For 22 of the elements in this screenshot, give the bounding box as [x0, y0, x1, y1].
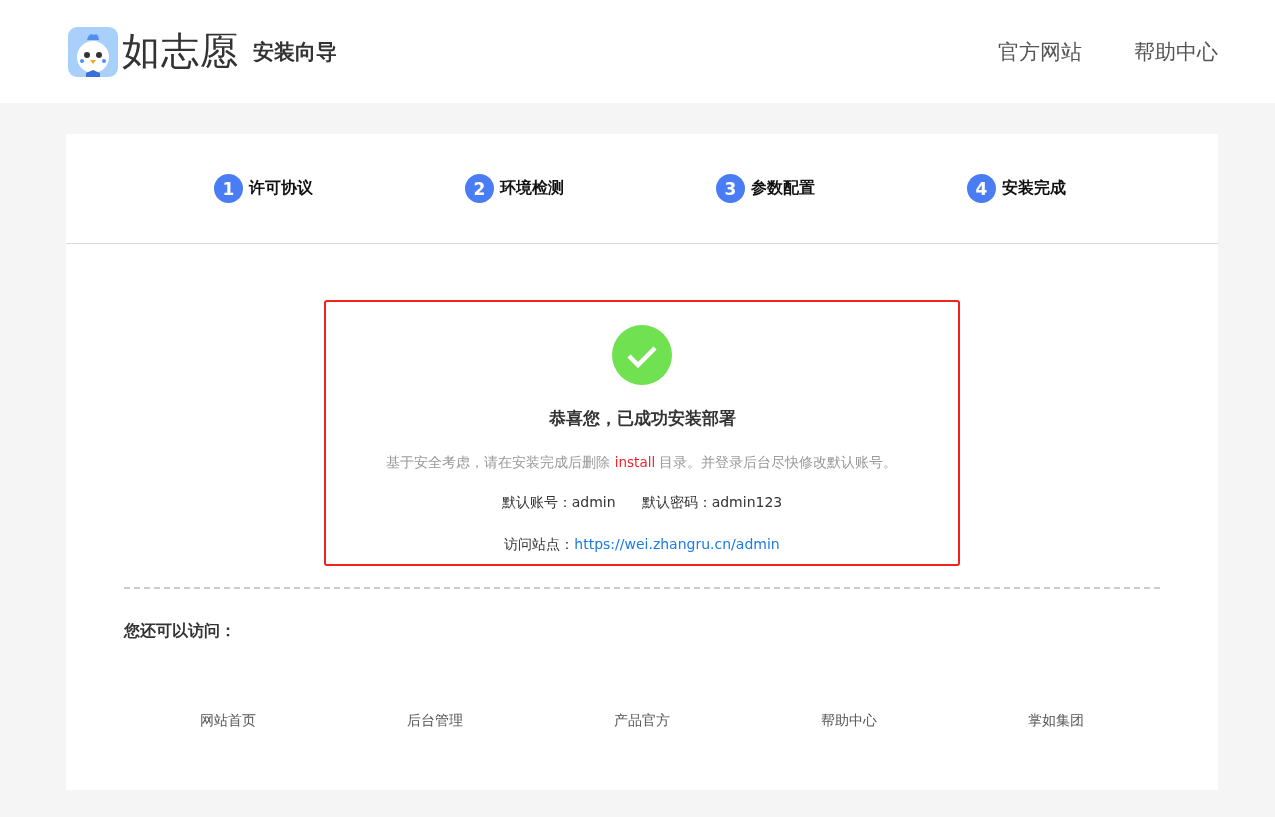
nav-link[interactable]: 帮助中心: [1134, 37, 1218, 66]
success-title: 恭喜您，已成功安装部署: [548, 407, 736, 430]
account-text: 默认账号：admin: [501, 494, 616, 512]
wizard-step: 3 参数配置: [716, 174, 967, 203]
page-subtitle: 安装向导: [253, 38, 337, 66]
quick-link[interactable]: 网站首页: [199, 712, 256, 728]
password-text: 默认密码：admin123: [641, 494, 783, 512]
wizard-step: 4 安装完成: [967, 174, 1218, 203]
quick-link[interactable]: 掌如集团: [1028, 712, 1085, 728]
site-label: 访问站点：: [504, 536, 575, 554]
quick-link[interactable]: 产品官方: [614, 712, 670, 728]
wizard-step: 2 环境检测: [465, 174, 716, 203]
section-heading: 您还可以访问：: [124, 621, 237, 642]
brand-name: 如志愿: [122, 28, 239, 75]
checkmark-icon: [612, 325, 672, 385]
quick-link[interactable]: 后台管理: [406, 712, 463, 728]
site-link[interactable]: https://wei.zhangru.cn/admin: [574, 536, 780, 554]
security-notice: 基于安全考虑，请在安装完成后删除 install 目录。并登录后台尽快修改默认账号。: [386, 454, 898, 472]
nav-link[interactable]: 官方网站: [998, 37, 1082, 66]
wizard-step: 1 许可协议: [214, 174, 465, 203]
chick-logo-icon: [68, 26, 118, 77]
quick-link[interactable]: 帮助中心: [821, 712, 878, 728]
